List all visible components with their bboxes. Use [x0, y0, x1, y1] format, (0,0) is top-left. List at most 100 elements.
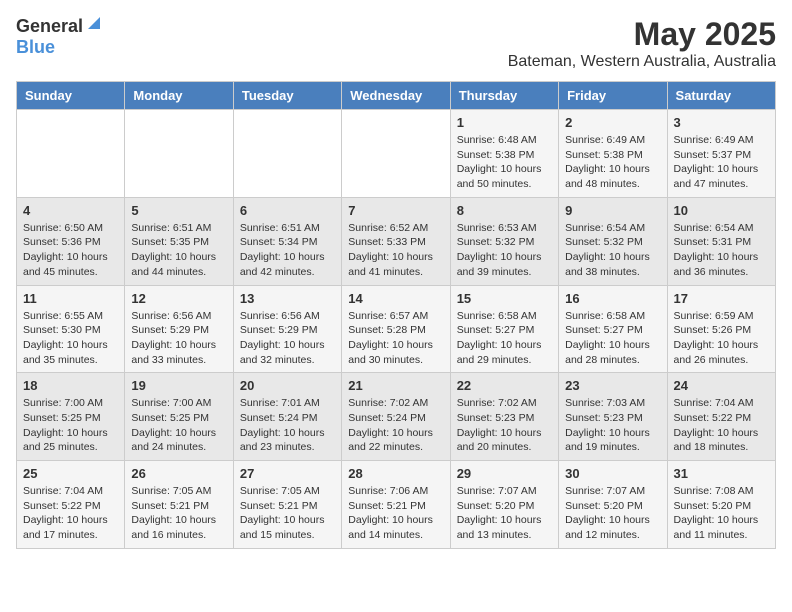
day-number: 10 — [674, 203, 769, 218]
calendar-week-row: 11Sunrise: 6:55 AM Sunset: 5:30 PM Dayli… — [17, 285, 776, 373]
calendar-cell: 14 Sunrise: 6:57 AM Sunset: 5:28 PM Dayli… — [342, 285, 450, 373]
day-number: 16 — [565, 291, 660, 306]
day-content: Sunrise: 7:02 AM Sunset: 5:23 PM Dayligh… — [457, 396, 552, 455]
day-number: 15 — [457, 291, 552, 306]
calendar-cell: 29 Sunrise: 7:07 AM Sunset: 5:20 PM Dayli… — [450, 461, 558, 549]
calendar-day-header: Thursday — [450, 82, 558, 110]
day-content: Sunrise: 6:49 AM Sunset: 5:37 PM Dayligh… — [674, 133, 769, 192]
day-number: 2 — [565, 115, 660, 130]
day-number: 30 — [565, 466, 660, 481]
calendar-cell: 1 Sunrise: 6:48 AM Sunset: 5:38 PM Daylig… — [450, 110, 558, 198]
calendar-cell: 22 Sunrise: 7:02 AM Sunset: 5:23 PM Dayli… — [450, 373, 558, 461]
day-content: Sunrise: 6:54 AM Sunset: 5:32 PM Dayligh… — [565, 221, 660, 280]
day-content: Sunrise: 7:00 AM Sunset: 5:25 PM Dayligh… — [131, 396, 226, 455]
calendar-day-header: Friday — [559, 82, 667, 110]
day-number: 23 — [565, 378, 660, 393]
day-number: 7 — [348, 203, 443, 218]
calendar-week-row: 18 Sunrise: 7:00 AM Sunset: 5:25 PM Dayli… — [17, 373, 776, 461]
calendar-day-header: Tuesday — [233, 82, 341, 110]
logo-general-text: General — [16, 16, 83, 37]
calendar-cell: 13 Sunrise: 6:56 AM Sunset: 5:29 PM Dayli… — [233, 285, 341, 373]
day-number: 28 — [348, 466, 443, 481]
day-content: Sunrise: 7:04 AM Sunset: 5:22 PM Dayligh… — [23, 484, 118, 543]
calendar-cell: 3 Sunrise: 6:49 AM Sunset: 5:37 PM Daylig… — [667, 110, 775, 198]
day-content: Sunrise: 7:07 AM Sunset: 5:20 PM Dayligh… — [457, 484, 552, 543]
calendar-cell: 20 Sunrise: 7:01 AM Sunset: 5:24 PM Dayli… — [233, 373, 341, 461]
calendar-cell: 25 Sunrise: 7:04 AM Sunset: 5:22 PM Dayli… — [17, 461, 125, 549]
calendar-cell: 17 Sunrise: 6:59 AM Sunset: 5:26 PM Dayli… — [667, 285, 775, 373]
calendar-cell: 19Sunrise: 7:00 AM Sunset: 5:25 PM Dayli… — [125, 373, 233, 461]
calendar-cell: 11Sunrise: 6:55 AM Sunset: 5:30 PM Dayli… — [17, 285, 125, 373]
day-content: Sunrise: 6:58 AM Sunset: 5:27 PM Dayligh… — [565, 309, 660, 368]
day-number: 5 — [131, 203, 226, 218]
logo-blue-text: Blue — [16, 37, 55, 57]
calendar-cell: 31 Sunrise: 7:08 AM Sunset: 5:20 PM Dayli… — [667, 461, 775, 549]
calendar-cell — [17, 110, 125, 198]
day-content: Sunrise: 6:59 AM Sunset: 5:26 PM Dayligh… — [674, 309, 769, 368]
calendar-cell: 9Sunrise: 6:54 AM Sunset: 5:32 PM Daylig… — [559, 197, 667, 285]
logo-triangle-icon — [86, 15, 100, 34]
page-subtitle: Bateman, Western Australia, Australia — [508, 53, 776, 71]
day-content: Sunrise: 7:05 AM Sunset: 5:21 PM Dayligh… — [240, 484, 335, 543]
calendar-day-header: Sunday — [17, 82, 125, 110]
day-number: 17 — [674, 291, 769, 306]
calendar-week-row: 4 Sunrise: 6:50 AM Sunset: 5:36 PM Daylig… — [17, 197, 776, 285]
page-title: May 2025 — [508, 16, 776, 53]
calendar-cell: 2Sunrise: 6:49 AM Sunset: 5:38 PM Daylig… — [559, 110, 667, 198]
calendar-cell — [342, 110, 450, 198]
day-content: Sunrise: 6:57 AM Sunset: 5:28 PM Dayligh… — [348, 309, 443, 368]
calendar-cell — [233, 110, 341, 198]
day-number: 20 — [240, 378, 335, 393]
calendar-cell: 10Sunrise: 6:54 AM Sunset: 5:31 PM Dayli… — [667, 197, 775, 285]
day-number: 11 — [23, 291, 118, 306]
calendar-cell: 5 Sunrise: 6:51 AM Sunset: 5:35 PM Daylig… — [125, 197, 233, 285]
day-content: Sunrise: 7:02 AM Sunset: 5:24 PM Dayligh… — [348, 396, 443, 455]
calendar-cell: 7 Sunrise: 6:52 AM Sunset: 5:33 PM Daylig… — [342, 197, 450, 285]
calendar-week-row: 25 Sunrise: 7:04 AM Sunset: 5:22 PM Dayli… — [17, 461, 776, 549]
calendar-table: SundayMondayTuesdayWednesdayThursdayFrid… — [16, 81, 776, 549]
day-number: 21 — [348, 378, 443, 393]
day-content: Sunrise: 7:03 AM Sunset: 5:23 PM Dayligh… — [565, 396, 660, 455]
calendar-day-header: Saturday — [667, 82, 775, 110]
calendar-cell — [125, 110, 233, 198]
day-number: 25 — [23, 466, 118, 481]
day-content: Sunrise: 6:58 AM Sunset: 5:27 PM Dayligh… — [457, 309, 552, 368]
calendar-cell: 18Sunrise: 7:00 AM Sunset: 5:25 PM Dayli… — [17, 373, 125, 461]
calendar-cell: 12Sunrise: 6:56 AM Sunset: 5:29 PM Dayli… — [125, 285, 233, 373]
day-number: 27 — [240, 466, 335, 481]
day-content: Sunrise: 6:53 AM Sunset: 5:32 PM Dayligh… — [457, 221, 552, 280]
calendar-cell: 23 Sunrise: 7:03 AM Sunset: 5:23 PM Dayli… — [559, 373, 667, 461]
day-content: Sunrise: 6:50 AM Sunset: 5:36 PM Dayligh… — [23, 221, 118, 280]
calendar-cell: 27 Sunrise: 7:05 AM Sunset: 5:21 PM Dayli… — [233, 461, 341, 549]
day-number: 18 — [23, 378, 118, 393]
calendar-week-row: 1 Sunrise: 6:48 AM Sunset: 5:38 PM Daylig… — [17, 110, 776, 198]
day-number: 31 — [674, 466, 769, 481]
day-content: Sunrise: 6:56 AM Sunset: 5:29 PM Dayligh… — [240, 309, 335, 368]
day-number: 22 — [457, 378, 552, 393]
calendar-day-header: Monday — [125, 82, 233, 110]
day-content: Sunrise: 7:01 AM Sunset: 5:24 PM Dayligh… — [240, 396, 335, 455]
day-content: Sunrise: 7:05 AM Sunset: 5:21 PM Dayligh… — [131, 484, 226, 543]
day-number: 3 — [674, 115, 769, 130]
page-header: General Blue May 2025 Bateman, Western A… — [16, 16, 776, 71]
day-content: Sunrise: 6:52 AM Sunset: 5:33 PM Dayligh… — [348, 221, 443, 280]
day-number: 14 — [348, 291, 443, 306]
calendar-cell: 8 Sunrise: 6:53 AM Sunset: 5:32 PM Daylig… — [450, 197, 558, 285]
day-number: 1 — [457, 115, 552, 130]
calendar-day-header: Wednesday — [342, 82, 450, 110]
day-number: 6 — [240, 203, 335, 218]
day-number: 13 — [240, 291, 335, 306]
day-number: 12 — [131, 291, 226, 306]
day-number: 4 — [23, 203, 118, 218]
day-content: Sunrise: 7:08 AM Sunset: 5:20 PM Dayligh… — [674, 484, 769, 543]
calendar-cell: 30 Sunrise: 7:07 AM Sunset: 5:20 PM Dayli… — [559, 461, 667, 549]
day-number: 29 — [457, 466, 552, 481]
day-content: Sunrise: 6:48 AM Sunset: 5:38 PM Dayligh… — [457, 133, 552, 192]
calendar-cell: 24Sunrise: 7:04 AM Sunset: 5:22 PM Dayli… — [667, 373, 775, 461]
day-content: Sunrise: 7:07 AM Sunset: 5:20 PM Dayligh… — [565, 484, 660, 543]
title-block: May 2025 Bateman, Western Australia, Aus… — [508, 16, 776, 71]
day-content: Sunrise: 6:51 AM Sunset: 5:34 PM Dayligh… — [240, 221, 335, 280]
day-content: Sunrise: 6:51 AM Sunset: 5:35 PM Dayligh… — [131, 221, 226, 280]
calendar-cell: 16 Sunrise: 6:58 AM Sunset: 5:27 PM Dayli… — [559, 285, 667, 373]
day-number: 8 — [457, 203, 552, 218]
